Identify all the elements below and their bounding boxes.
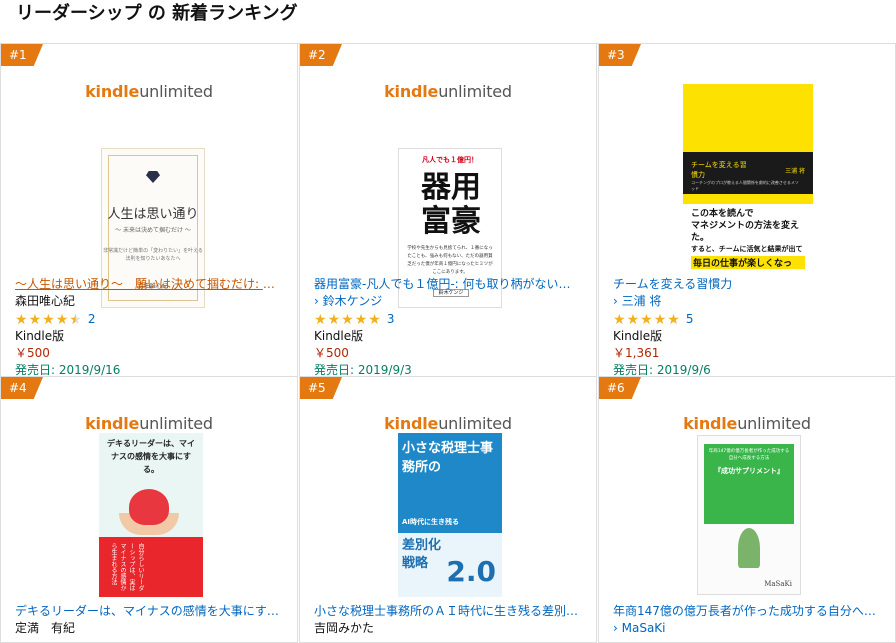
book-title-link[interactable]: チームを変える習慣力 [613,276,881,293]
book-title-link[interactable]: 年商147億の億万長者が作った成功する自分へ成… [613,603,881,620]
ranking-card-5: #5 kindleunlimited 小さな税理士事務所の AI時代に生き残る … [299,377,597,643]
ranking-card-3: #3 チームを変える習慣力 三浦 将 コーチングのプロが教える人間関係を劇的に改… [598,44,896,377]
kindle-unlimited-logo: kindleunlimited [384,82,512,101]
format-label: Kindle版 [613,329,663,343]
star-icon: ★ [341,311,354,328]
book-cover[interactable]: チームを変える習慣力 三浦 将 コーチングのプロが教える人間関係を劇的に改善させ… [683,84,813,269]
author-link[interactable]: › MaSaKi [613,620,881,637]
release-date: 発売日: 2019/9/3 [314,363,412,377]
book-cover[interactable]: デキるリーダーは、マイナスの感情を大事にする。 自分らしいリーダーシップは、実は… [99,433,203,597]
kindle-unlimited-logo: kindleunlimited [384,414,512,433]
star-icon: ★ [667,311,680,328]
star-rating[interactable]: ★ ★ ★ ★ ★ 2 [15,311,283,328]
rank-badge: #2 [300,44,342,66]
book-title-link[interactable]: 小さな税理士事務所のＡＩ時代に生き残る差別化… [314,603,582,620]
format-label: Kindle版 [314,329,364,343]
star-icon: ★ [354,311,368,328]
star-icon: ★ [15,311,28,328]
ranking-card-1: #1 kindleunlimited 人生は思い通り 〜 未来は決めて掴むだけ … [0,44,298,377]
kindle-unlimited-logo: kindleunlimited [85,414,213,433]
ranking-card-2: #2 kindleunlimited 凡人でも１億円！ 器用富豪 学校や先生から… [299,44,597,377]
heart-icon [129,489,169,525]
author-link[interactable]: › 三浦 将 [613,293,881,310]
ranking-card-4: #4 kindleunlimited デキるリーダーは、マイナスの感情を大事にす… [0,377,298,643]
format-label: Kindle版 [15,329,65,343]
author-link[interactable]: › 鈴木ケンジ [314,293,582,310]
page-title: リーダーシップ の 新着ランキング [16,3,298,24]
review-count[interactable]: 3 [387,311,395,328]
review-count[interactable]: 5 [686,311,694,328]
star-icon: ★ [626,311,640,328]
price: ￥1,361 [613,346,660,360]
star-icon: ★ [55,311,69,328]
star-icon: ★ [327,311,341,328]
ranking-grid: #1 kindleunlimited 人生は思い通り 〜 未来は決めて掴むだけ … [0,43,896,643]
author-name: 定満 有紀 [15,621,76,635]
star-icon: ★ [613,311,626,328]
star-half-icon: ★ [69,311,82,328]
star-icon: ★ [653,311,667,328]
ranking-card-6: #6 kindleunlimited 年商147億の億万長者が作った成功する自分… [598,377,896,643]
star-rating[interactable]: ★ ★ ★ ★ ★ 5 [613,311,881,328]
book-title-link[interactable]: デキるリーダーは、マイナスの感情を大事にす… [15,603,283,620]
star-rating[interactable]: ★ ★ ★ ★ ★ 3 [314,311,582,328]
star-icon: ★ [368,311,381,328]
star-icon: ★ [314,311,327,328]
rank-badge: #6 [599,377,641,399]
book-cover[interactable]: 小さな税理士事務所の AI時代に生き残る 差別化戦略 2.0 [398,433,502,597]
release-date: 発売日: 2019/9/16 [15,363,121,377]
star-icon: ★ [42,311,55,328]
rank-badge: #3 [599,44,641,66]
rank-badge: #5 [300,377,342,399]
price: ￥500 [15,346,50,360]
rank-badge: #4 [1,377,43,399]
kindle-unlimited-logo: kindleunlimited [85,82,213,101]
book-title-link[interactable]: 器用富豪-凡人でも１億円-: 何も取り柄がないけ… [314,276,582,293]
price: ￥500 [314,346,349,360]
kindle-unlimited-logo: kindleunlimited [683,414,811,433]
star-icon: ★ [28,311,42,328]
rank-badge: #1 [1,44,43,66]
release-date: 発売日: 2019/9/6 [613,363,711,377]
author-name: 吉岡みかた [314,621,375,635]
plant-illustration [738,528,760,568]
book-title-link[interactable]: 〜人生は思い通り〜 願いは決めて掴むだけ: 非… [15,276,283,293]
author-name: 森田唯心紀 [15,294,76,308]
book-cover[interactable]: 年商147億の億万長者が作った成功する自分へ成長する方法 『成功サプリメント』 … [697,435,801,595]
star-icon: ★ [640,311,653,328]
review-count[interactable]: 2 [88,311,96,328]
